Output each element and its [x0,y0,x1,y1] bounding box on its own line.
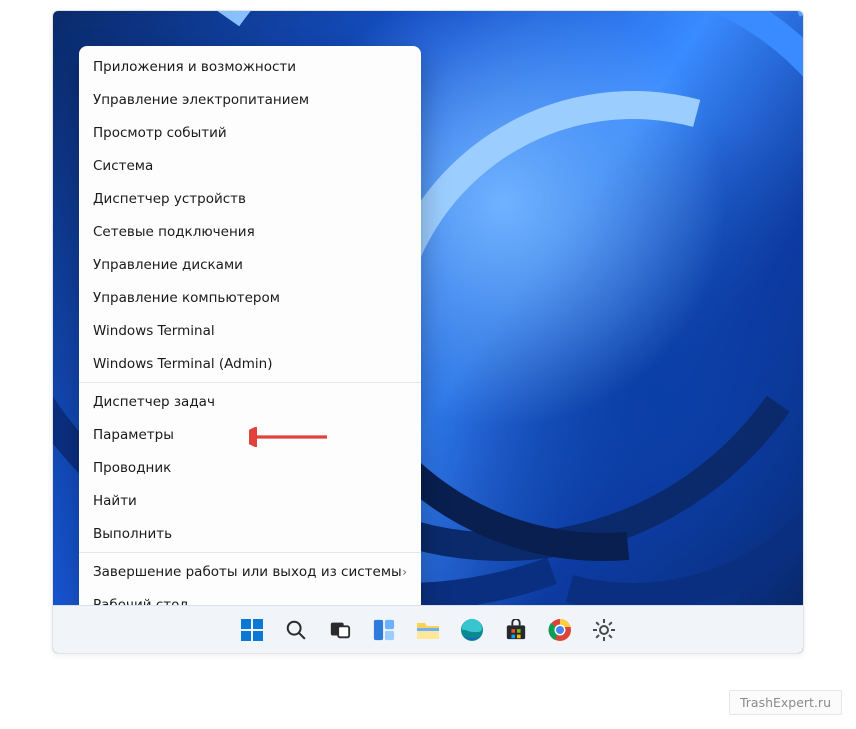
menu-item-label: Управление электропитанием [93,92,309,108]
menu-item-apps-features[interactable]: Приложения и возможности [79,50,421,83]
menu-item-label: Найти [93,493,137,509]
menu-item-run[interactable]: Выполнить [79,517,421,550]
taskbar-edge-button[interactable] [454,612,490,648]
taskbar-chrome-button[interactable] [542,612,578,648]
chevron-right-icon: › [402,565,407,579]
menu-item-label: Проводник [93,460,171,476]
menu-item-file-explorer[interactable]: Проводник [79,451,421,484]
menu-item-label: Управление компьютером [93,290,280,306]
menu-item-power-options[interactable]: Управление электропитанием [79,83,421,116]
winx-context-menu: Приложения и возможности Управление элек… [79,46,421,625]
menu-item-disk-management[interactable]: Управление дисками [79,248,421,281]
menu-item-label: Выполнить [93,526,172,542]
menu-item-label: Диспетчер устройств [93,191,246,207]
menu-item-windows-terminal-admin[interactable]: Windows Terminal (Admin) [79,347,421,380]
taskbar-widgets-button[interactable] [366,612,402,648]
menu-item-label: Система [93,158,153,174]
menu-item-windows-terminal[interactable]: Windows Terminal [79,314,421,347]
edge-icon [460,618,484,642]
chrome-icon [548,618,572,642]
watermark: TrashExpert.ru [729,690,842,715]
search-icon [285,619,307,641]
menu-item-label: Просмотр событий [93,125,227,141]
menu-item-label: Управление дисками [93,257,243,273]
file-explorer-icon [416,619,440,641]
widgets-icon [373,619,395,641]
menu-item-label: Windows Terminal [93,323,215,339]
menu-item-label: Завершение работы или выход из системы [93,564,402,580]
menu-item-label: Приложения и возможности [93,59,296,75]
menu-item-device-manager[interactable]: Диспетчер устройств [79,182,421,215]
menu-item-label: Windows Terminal (Admin) [93,356,272,372]
menu-item-label: Диспетчер задач [93,394,215,410]
menu-item-task-manager[interactable]: Диспетчер задач [79,385,421,418]
menu-item-event-viewer[interactable]: Просмотр событий [79,116,421,149]
store-icon [505,619,527,641]
taskbar-search-button[interactable] [278,612,314,648]
task-view-icon [329,619,351,641]
taskbar-task-view-button[interactable] [322,612,358,648]
gear-icon [592,618,616,642]
menu-item-label: Параметры [93,427,174,443]
menu-separator [79,552,421,553]
taskbar-store-button[interactable] [498,612,534,648]
menu-item-settings[interactable]: Параметры [79,418,421,451]
menu-item-system[interactable]: Система [79,149,421,182]
taskbar-file-explorer-button[interactable] [410,612,446,648]
taskbar-start-button[interactable] [234,612,270,648]
menu-item-network-connections[interactable]: Сетевые подключения [79,215,421,248]
taskbar-settings-button[interactable] [586,612,622,648]
menu-item-search[interactable]: Найти [79,484,421,517]
windows-start-icon [241,619,263,641]
menu-separator [79,382,421,383]
menu-item-label: Сетевые подключения [93,224,255,240]
taskbar [53,605,803,653]
menu-item-computer-management[interactable]: Управление компьютером [79,281,421,314]
menu-item-shutdown-signout[interactable]: Завершение работы или выход из системы › [79,555,421,588]
desktop-frame: Приложения и возможности Управление элек… [52,10,804,654]
